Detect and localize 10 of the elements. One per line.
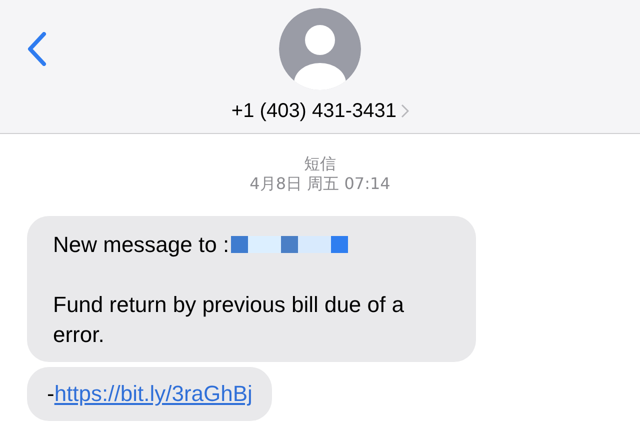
back-icon[interactable]: [27, 32, 47, 66]
link[interactable]: https://bit.ly/3raGhBj: [54, 379, 252, 409]
service-label: 短信: [304, 154, 336, 174]
message-text: Fund return by previous bill due of a error.: [53, 291, 405, 349]
message-timestamp: 4月8日 周五 07:14: [250, 174, 390, 194]
message-text: New message to :: [53, 231, 230, 259]
contact-number[interactable]: +1 (403) 431-3431: [231, 96, 397, 126]
chevron-right-icon[interactable]: [400, 104, 409, 118]
avatar-icon[interactable]: [279, 8, 361, 90]
dash-text: -: [47, 380, 54, 408]
